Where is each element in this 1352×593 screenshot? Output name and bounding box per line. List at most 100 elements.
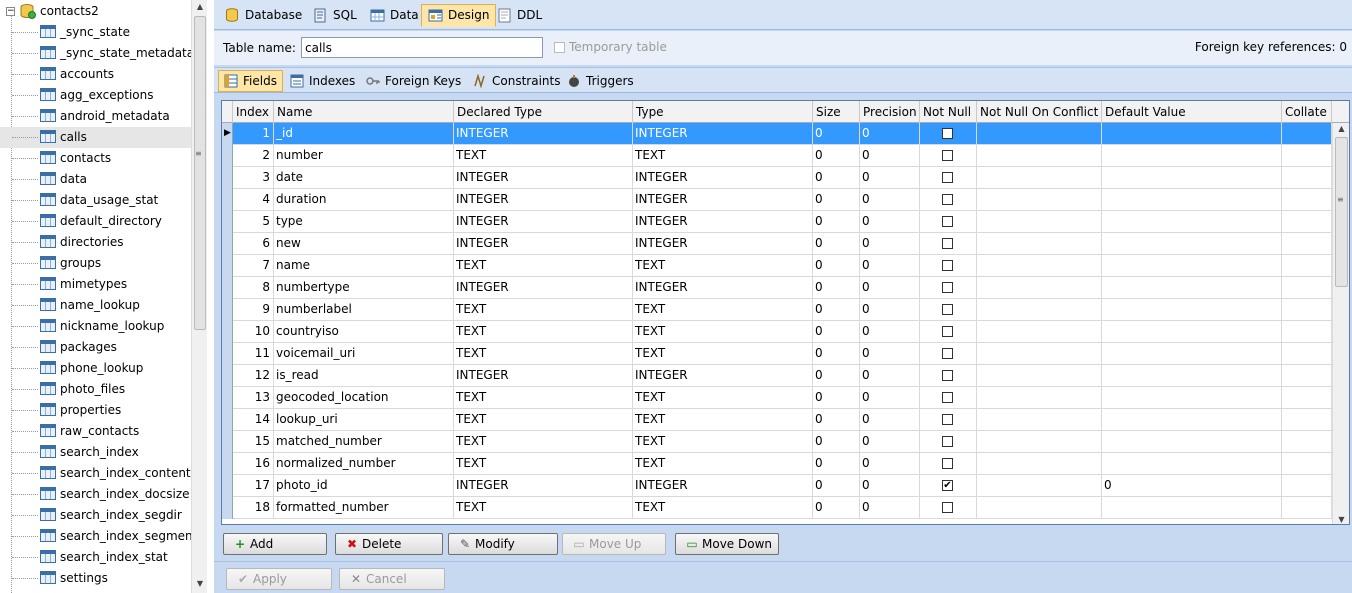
cell-precision[interactable]: 0 (860, 255, 920, 277)
tree-item-table[interactable]: properties (0, 400, 191, 421)
cell-precision[interactable]: 0 (860, 409, 920, 431)
cell-default[interactable] (1102, 167, 1282, 189)
cell-name[interactable]: date (274, 167, 454, 189)
cell-size[interactable]: 0 (813, 233, 860, 255)
cell-size[interactable]: 0 (813, 365, 860, 387)
table-row[interactable]: 7 name TEXT TEXT 0 0 (222, 255, 1332, 277)
cell-not-null[interactable] (920, 409, 977, 431)
not-null-checkbox[interactable] (942, 348, 953, 359)
cell-name[interactable]: numbertype (274, 277, 454, 299)
cell-not-null[interactable] (920, 431, 977, 453)
cell-declared[interactable]: TEXT (454, 409, 633, 431)
cell-precision[interactable]: 0 (860, 167, 920, 189)
cell-size[interactable]: 0 (813, 299, 860, 321)
scroll-thumb[interactable] (1335, 137, 1348, 287)
cell-precision[interactable]: 0 (860, 453, 920, 475)
subtab-triggers[interactable]: Triggers (561, 70, 640, 92)
cell-precision[interactable]: 0 (860, 497, 920, 519)
move-down-button[interactable]: ▭ Move Down (675, 533, 779, 555)
cell-conflict[interactable] (977, 145, 1102, 167)
not-null-checkbox[interactable] (942, 216, 953, 227)
cell-declared[interactable]: INTEGER (454, 277, 633, 299)
cell-collate[interactable] (1282, 321, 1332, 343)
cell-index[interactable]: 9 (233, 299, 274, 321)
tree-item-table[interactable]: accounts (0, 64, 191, 85)
cell-type[interactable]: INTEGER (633, 211, 813, 233)
cell-collate[interactable] (1282, 299, 1332, 321)
cell-type[interactable]: INTEGER (633, 167, 813, 189)
not-null-checkbox[interactable] (942, 194, 953, 205)
row-indicator[interactable] (222, 255, 233, 277)
cell-declared[interactable]: INTEGER (454, 233, 633, 255)
collapse-icon[interactable]: − (6, 7, 15, 16)
not-null-checkbox[interactable] (942, 414, 953, 425)
cell-index[interactable]: 12 (233, 365, 274, 387)
cell-precision[interactable]: 0 (860, 145, 920, 167)
row-indicator[interactable] (222, 497, 233, 519)
cell-not-null[interactable] (920, 387, 977, 409)
cell-declared[interactable]: TEXT (454, 321, 633, 343)
cell-precision[interactable]: 0 (860, 277, 920, 299)
cell-type[interactable]: INTEGER (633, 365, 813, 387)
cell-index[interactable]: 11 (233, 343, 274, 365)
not-null-checkbox[interactable] (942, 326, 953, 337)
cell-conflict[interactable] (977, 343, 1102, 365)
row-indicator[interactable] (222, 167, 233, 189)
scroll-up-icon[interactable]: ▲ (1336, 124, 1347, 133)
cell-not-null[interactable] (920, 189, 977, 211)
tree-item-table[interactable]: mimetypes (0, 274, 191, 295)
cell-index[interactable]: 7 (233, 255, 274, 277)
not-null-checkbox[interactable] (942, 128, 953, 139)
tab-database[interactable]: Database (218, 4, 309, 27)
cell-type[interactable]: INTEGER (633, 189, 813, 211)
cell-index[interactable]: 18 (233, 497, 274, 519)
cancel-button[interactable]: ✕ Cancel (339, 568, 445, 590)
tab-data[interactable]: Data (363, 4, 426, 27)
cell-default[interactable] (1102, 145, 1282, 167)
row-indicator[interactable] (222, 453, 233, 475)
cell-not-null[interactable] (920, 277, 977, 299)
cell-default[interactable] (1102, 233, 1282, 255)
cell-name[interactable]: normalized_number (274, 453, 454, 475)
cell-default[interactable] (1102, 343, 1282, 365)
cell-size[interactable]: 0 (813, 453, 860, 475)
cell-declared[interactable]: TEXT (454, 453, 633, 475)
cell-precision[interactable]: 0 (860, 211, 920, 233)
cell-declared[interactable]: TEXT (454, 431, 633, 453)
cell-not-null[interactable] (920, 233, 977, 255)
tree-item-table[interactable]: settings (0, 568, 191, 589)
row-indicator[interactable] (222, 475, 233, 497)
tree-item-table[interactable]: search_index_segdir (0, 505, 191, 526)
cell-default[interactable] (1102, 431, 1282, 453)
table-row[interactable]: 9 numberlabel TEXT TEXT 0 0 (222, 299, 1332, 321)
cell-precision[interactable]: 0 (860, 299, 920, 321)
table-row[interactable]: 14 lookup_uri TEXT TEXT 0 0 (222, 409, 1332, 431)
not-null-checkbox[interactable] (942, 502, 953, 513)
cell-default[interactable] (1102, 497, 1282, 519)
cell-conflict[interactable] (977, 167, 1102, 189)
cell-not-null[interactable] (920, 343, 977, 365)
cell-type[interactable]: INTEGER (633, 123, 813, 145)
cell-not-null[interactable]: ✔ (920, 475, 977, 497)
table-row[interactable]: 18 formatted_number TEXT TEXT 0 0 (222, 497, 1332, 519)
tree-item-table[interactable]: search_index_stat (0, 547, 191, 568)
table-row[interactable]: 5 type INTEGER INTEGER 0 0 (222, 211, 1332, 233)
cell-size[interactable]: 0 (813, 189, 860, 211)
table-row[interactable]: 2 number TEXT TEXT 0 0 (222, 145, 1332, 167)
cell-default[interactable] (1102, 321, 1282, 343)
cell-type[interactable]: TEXT (633, 145, 813, 167)
not-null-checkbox[interactable] (942, 436, 953, 447)
cell-collate[interactable] (1282, 343, 1332, 365)
tree-scrollbar[interactable]: ▲ ≡ ▼ (191, 0, 207, 593)
cell-default[interactable] (1102, 453, 1282, 475)
cell-name[interactable]: is_read (274, 365, 454, 387)
cell-conflict[interactable] (977, 321, 1102, 343)
table-row[interactable]: 16 normalized_number TEXT TEXT 0 0 (222, 453, 1332, 475)
subtab-indexes[interactable]: Indexes (284, 70, 361, 92)
row-indicator[interactable] (222, 343, 233, 365)
cell-size[interactable]: 0 (813, 409, 860, 431)
table-row[interactable]: 17 photo_id INTEGER INTEGER 0 0 ✔ 0 (222, 475, 1332, 497)
cell-conflict[interactable] (977, 475, 1102, 497)
cell-default[interactable] (1102, 123, 1282, 145)
column-header-declared-type[interactable]: Declared Type (454, 101, 633, 123)
